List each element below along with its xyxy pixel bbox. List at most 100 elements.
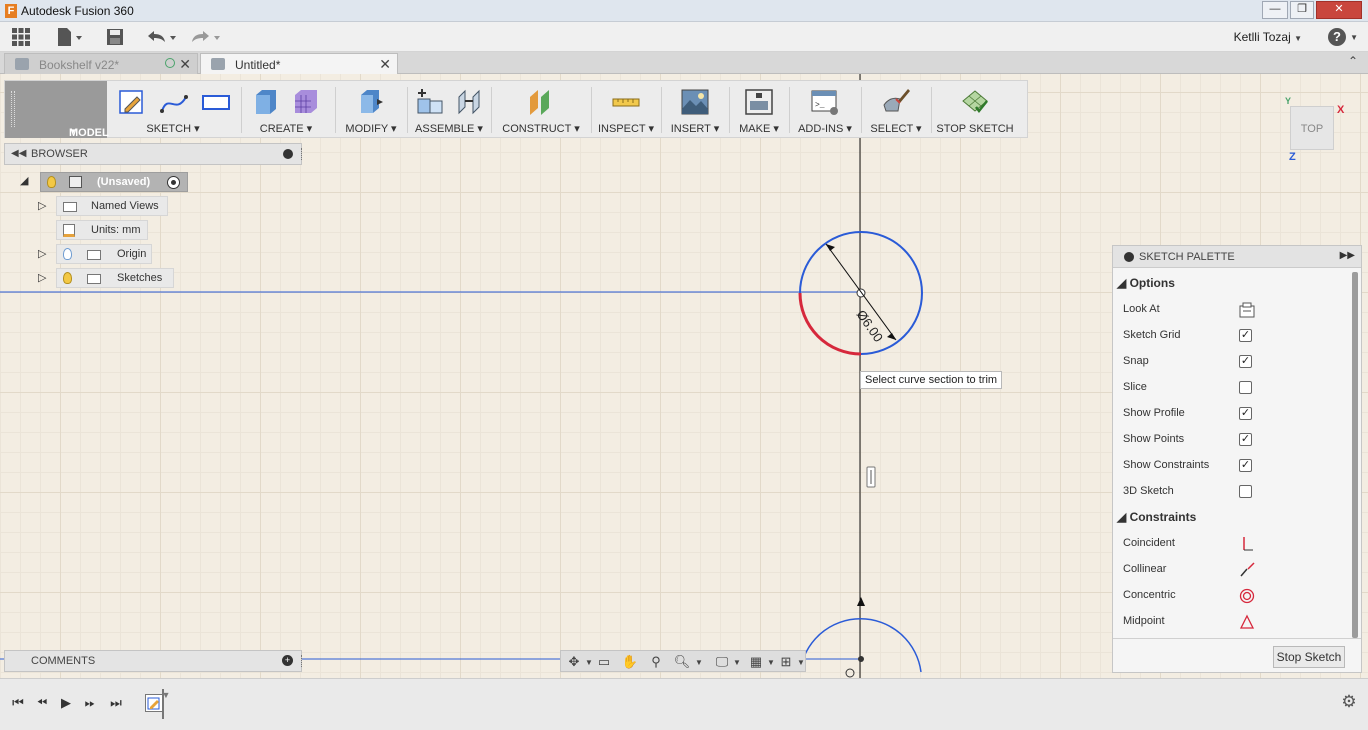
sketch-palette-header[interactable]: SKETCH PALETTE ▶▶ [1113,246,1361,268]
chevron-down-icon[interactable]: ▼ [585,658,593,667]
play-icon[interactable]: ▶ [58,695,74,711]
option-look-at[interactable]: Look At [1123,302,1255,318]
browser-root-node[interactable]: (Unsaved) [40,172,188,192]
extrude-icon[interactable] [251,87,281,117]
close-tab-icon[interactable]: ✕ [379,56,391,73]
joint-icon[interactable] [455,87,485,117]
stop-sketch-icon[interactable] [960,87,990,117]
option-show-constraints[interactable]: Show Constraints ✓ [1123,459,1252,472]
midpoint-icon[interactable] [1239,614,1255,630]
palette-scrollbar[interactable] [1352,272,1358,638]
comments-panel-header[interactable]: COMMENTS + [4,650,302,672]
help-chevron-down-icon[interactable]: ▼ [1350,33,1358,42]
concentric-icon[interactable] [1239,588,1255,604]
measure-icon[interactable] [611,87,641,117]
playhead-marker-icon[interactable]: ▼ [158,687,174,703]
chevron-down-icon[interactable]: ▼ [695,658,703,667]
file-menu-icon[interactable] [56,27,84,47]
viewports-icon[interactable]: ⊞ [775,653,797,670]
add-comment-icon[interactable]: + [282,655,293,666]
add-ins-group[interactable]: >_ ADD-INS ▾ [793,81,857,138]
sketch-group[interactable]: SKETCH ▾ [113,81,233,138]
activate-radio-icon[interactable] [167,176,180,189]
create-group[interactable]: CREATE ▾ [245,81,327,138]
visibility-bulb-icon[interactable] [47,176,56,188]
modify-group[interactable]: MODIFY ▾ [339,81,403,138]
expand-palette-icon[interactable]: ▶▶ [1340,250,1355,261]
3d-print-icon[interactable] [744,87,774,117]
redo-icon[interactable] [188,27,222,47]
orbit-icon[interactable]: ✥ [563,653,585,670]
snap-checkbox[interactable]: ✓ [1239,355,1252,368]
select-group[interactable]: SELECT ▾ [865,81,927,138]
insert-group[interactable]: INSERT ▾ [665,81,725,138]
viewcube-top-face[interactable]: TOP [1290,106,1334,150]
fit-icon[interactable]: 🔍︎ [671,653,693,670]
pan-icon[interactable]: ✋ [619,653,641,670]
construct-group[interactable]: CONSTRUCT ▾ [495,81,587,138]
minimize-palette-icon[interactable] [1124,252,1134,262]
go-to-start-icon[interactable]: ⏮ [10,695,26,711]
chevron-down-icon[interactable]: ▼ [767,658,775,667]
tree-expand-icon[interactable]: ▷ [38,271,46,284]
option-3d-sketch[interactable]: 3D Sketch [1123,485,1252,498]
inspect-group[interactable]: INSPECT ▾ [595,81,657,138]
gear-icon[interactable]: ⚙ [1340,693,1358,711]
option-snap[interactable]: Snap ✓ [1123,355,1252,368]
step-forward-icon[interactable]: ⏩︎ [82,695,98,711]
option-show-points[interactable]: Show Points ✓ [1123,433,1252,446]
browser-item-units[interactable]: Units: mm [56,220,148,240]
select-brush-icon[interactable] [881,87,911,117]
browser-item-named-views[interactable]: Named Views [56,196,168,216]
tree-expand-icon[interactable]: ▷ [38,247,46,260]
box-grid-icon[interactable] [291,87,321,117]
visibility-bulb-icon[interactable] [63,272,72,284]
close-tab-icon[interactable]: ✕ [179,56,191,73]
slice-checkbox[interactable] [1239,381,1252,394]
minimize-panel-icon[interactable] [283,149,293,159]
stop-sketch-group[interactable]: STOP SKETCH [935,81,1015,138]
constraint-collinear[interactable]: Collinear [1123,562,1255,577]
show-points-checkbox[interactable]: ✓ [1239,433,1252,446]
3d-sketch-checkbox[interactable] [1239,485,1252,498]
spline-icon[interactable] [159,87,189,117]
data-panel-grid-icon[interactable] [10,27,32,47]
constraint-coincident[interactable]: Coincident [1123,537,1253,551]
assemble-group[interactable]: ASSEMBLE ▾ [411,81,487,138]
option-show-profile[interactable]: Show Profile ✓ [1123,407,1252,420]
step-back-icon[interactable]: ⏪︎ [34,695,50,711]
tab-untitled[interactable]: Untitled* ✕ [200,53,398,74]
constraint-concentric[interactable]: Concentric [1123,588,1255,604]
undo-icon[interactable] [144,27,178,47]
panel-resize-handle[interactable] [301,148,303,160]
look-at-icon[interactable]: ▭ [593,653,615,670]
help-icon[interactable]: ? [1328,28,1346,46]
constraints-section-header[interactable]: ◢ Constraints [1117,510,1196,524]
options-section-header[interactable]: ◢ Options [1117,276,1175,290]
chevron-up-icon[interactable]: ⌃ [1348,54,1358,68]
tree-expand-icon[interactable]: ▷ [38,199,46,212]
close-window-button[interactable]: ✕ [1316,1,1362,19]
user-account-menu[interactable]: Ketlli Tozaj ▼ [1234,30,1302,44]
rectangle-icon[interactable] [201,87,231,117]
toolbar-grip-handle[interactable] [11,91,15,127]
visibility-bulb-off-icon[interactable] [63,248,72,260]
chevron-down-icon[interactable]: ▼ [733,658,741,667]
look-at-icon[interactable] [1239,302,1255,318]
offset-plane-icon[interactable] [526,87,556,117]
insert-image-icon[interactable] [680,87,710,117]
create-sketch-icon[interactable] [117,87,147,117]
show-constraints-checkbox[interactable]: ✓ [1239,459,1252,472]
browser-item-origin[interactable]: Origin [56,244,152,264]
show-profile-checkbox[interactable]: ✓ [1239,407,1252,420]
collapse-panel-icon[interactable]: ◀◀ [11,148,26,159]
save-icon[interactable] [104,27,126,47]
minimize-button[interactable]: — [1262,1,1288,19]
panel-resize-handle[interactable] [301,655,303,667]
collinear-icon[interactable] [1239,562,1255,578]
zoom-icon[interactable]: ⚲ [645,653,667,670]
option-sketch-grid[interactable]: Sketch Grid ✓ [1123,329,1252,342]
tab-bookshelf[interactable]: Bookshelf v22* ✕ [4,53,198,74]
display-settings-icon[interactable]: 🖵 [711,653,733,670]
constraint-midpoint[interactable]: Midpoint [1123,614,1255,629]
